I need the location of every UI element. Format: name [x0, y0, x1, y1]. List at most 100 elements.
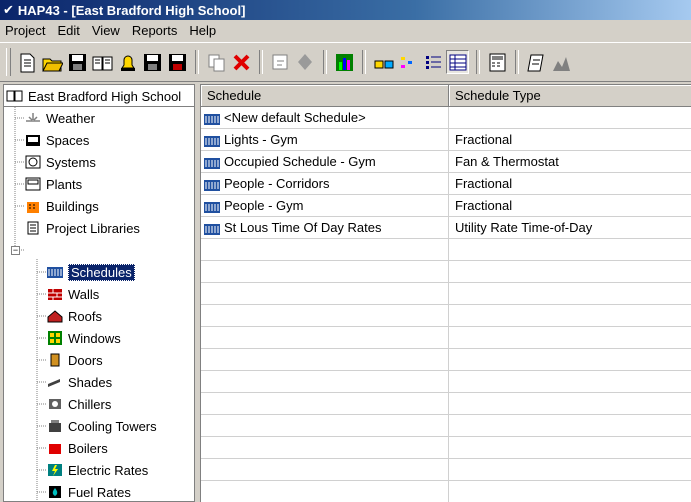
menu-bar: Project Edit View Reports Help: [0, 20, 691, 42]
schedule-name-cell[interactable]: <New default Schedule>: [201, 107, 449, 128]
empty-table-row: [201, 481, 691, 502]
delete-x-button[interactable]: [229, 50, 252, 74]
larges-icon-button[interactable]: [371, 50, 394, 74]
schedule-name-cell[interactable]: Occupied Schedule - Gym: [201, 151, 449, 172]
tree-item-systems[interactable]: Systems: [24, 151, 96, 173]
bell-icon: [120, 55, 135, 71]
toolbar-grip[interactable]: [6, 48, 11, 76]
empty-table-row: [201, 371, 691, 393]
tree-item-schedules[interactable]: Schedules: [46, 261, 135, 283]
chart-icon: [335, 54, 353, 71]
graph-button[interactable]: [549, 50, 572, 74]
tree-item-boilers[interactable]: Boilers: [46, 437, 108, 459]
tree-item-electric-rates[interactable]: Electric Rates: [46, 459, 148, 481]
chiller-icon: [49, 399, 61, 409]
electric-rate-icon-wrap: [46, 462, 64, 478]
table-row[interactable]: St Lous Time Of Day Rates Utility Rate Ti…: [201, 217, 691, 239]
schedule-name-cell[interactable]: People - Gym: [201, 195, 449, 216]
save-disk-button[interactable]: [140, 50, 163, 74]
empty-table-row: [201, 261, 691, 283]
save-as-disk-button[interactable]: [165, 50, 188, 74]
open-book-button[interactable]: [90, 50, 113, 74]
tree-item-doors[interactable]: Doors: [46, 349, 103, 371]
empty-table-row: [201, 283, 691, 305]
empty-table-row: [201, 305, 691, 327]
plants-icon: [25, 177, 41, 191]
menu-project[interactable]: Project: [0, 20, 51, 42]
menu-help[interactable]: Help: [183, 20, 222, 42]
empty-table-row: [201, 393, 691, 415]
details-view-button[interactable]: [446, 50, 469, 74]
chart-button[interactable]: [332, 50, 355, 74]
schedule-icon: [204, 223, 220, 235]
tree-item-buildings[interactable]: Buildings: [24, 195, 99, 217]
smalls-icon-button[interactable]: [396, 50, 419, 74]
diamond-button[interactable]: [293, 50, 316, 74]
schedule-icon: [204, 135, 220, 147]
toolbar-separator: [362, 50, 366, 74]
schedule-type-cell[interactable]: Utility Rate Time-of-Day: [449, 217, 691, 238]
fuel-rate-icon-wrap: [46, 484, 64, 500]
schedule-name-cell[interactable]: People - Corridors: [201, 173, 449, 194]
details-view-icon: [449, 54, 467, 71]
schedule-type-cell[interactable]: Fan & Thermostat: [449, 151, 691, 172]
schedule-name-cell[interactable]: St Lous Time Of Day Rates: [201, 217, 449, 238]
table-row[interactable]: People - Corridors Fractional: [201, 173, 691, 195]
tree-item-roofs[interactable]: Roofs: [46, 305, 102, 327]
schedule-type-cell[interactable]: Fractional: [449, 195, 691, 216]
tree-item-windows[interactable]: Windows: [46, 327, 121, 349]
schedule-type-cell[interactable]: [449, 107, 691, 128]
copy-button[interactable]: [204, 50, 227, 74]
tree-item-cooling-towers[interactable]: Cooling Towers: [46, 415, 157, 437]
table-row[interactable]: <New default Schedule>: [201, 107, 691, 129]
shade-icon-wrap: [46, 374, 64, 390]
door-icon-wrap: [46, 352, 64, 368]
calculator-button[interactable]: [485, 50, 508, 74]
tree-item-fuel-rates[interactable]: Fuel Rates: [46, 481, 131, 501]
tree-item-plants[interactable]: Plants: [24, 173, 82, 195]
table-row[interactable]: People - Gym Fractional: [201, 195, 691, 217]
library-icon: [27, 221, 39, 235]
collapse-toggle[interactable]: −: [11, 246, 20, 255]
list-view-button[interactable]: [421, 50, 444, 74]
toolbar-separator: [515, 50, 519, 74]
tree-item-shades[interactable]: Shades: [46, 371, 112, 393]
project-book-icon: [6, 88, 24, 104]
tree-item-spaces[interactable]: Spaces: [24, 129, 89, 151]
app-icon: ✔: [3, 2, 14, 17]
tree-root[interactable]: East Bradford High School: [3, 84, 195, 106]
electric-rate-icon: [48, 464, 62, 476]
empty-cell: [201, 393, 449, 414]
shade-icon: [48, 379, 60, 387]
tree-item-weather[interactable]: Weather: [24, 107, 95, 129]
table-row[interactable]: Lights - Gym Fractional: [201, 129, 691, 151]
new-document-button[interactable]: [15, 50, 38, 74]
tree-item-label: Chillers: [68, 396, 112, 412]
tree-item-project-libraries[interactable]: Project Libraries: [24, 217, 140, 239]
column-header-schedule-type[interactable]: Schedule Type: [449, 85, 691, 107]
tree-item-walls[interactable]: Walls: [46, 283, 99, 305]
save-disk-button[interactable]: [65, 50, 88, 74]
bell-button[interactable]: [115, 50, 138, 74]
delete-x-icon: [233, 54, 249, 71]
column-header-schedule[interactable]: Schedule: [201, 85, 449, 107]
properties-button[interactable]: [268, 50, 291, 74]
table-row[interactable]: Occupied Schedule - Gym Fan & Thermostat: [201, 151, 691, 173]
tree-item-chillers[interactable]: Chillers: [46, 393, 111, 415]
menu-edit[interactable]: Edit: [51, 20, 85, 42]
menu-view[interactable]: View: [86, 20, 126, 42]
toolbar: [0, 42, 691, 82]
schedule-type-cell[interactable]: Fractional: [449, 129, 691, 150]
empty-cell: [201, 481, 449, 502]
tree-item-label: Windows: [68, 330, 121, 346]
empty-table-row: [201, 415, 691, 437]
schedule-type-cell[interactable]: Fractional: [449, 173, 691, 194]
open-folder-button[interactable]: [40, 50, 63, 74]
menu-reports[interactable]: Reports: [126, 20, 184, 42]
roof-icon: [47, 310, 63, 323]
open-book-icon: [92, 56, 112, 71]
schedule-name-cell[interactable]: Lights - Gym: [201, 129, 449, 150]
save-disk-icon: [143, 54, 161, 71]
edit-button[interactable]: [524, 50, 547, 74]
buildings-icon-wrap: [24, 198, 42, 214]
